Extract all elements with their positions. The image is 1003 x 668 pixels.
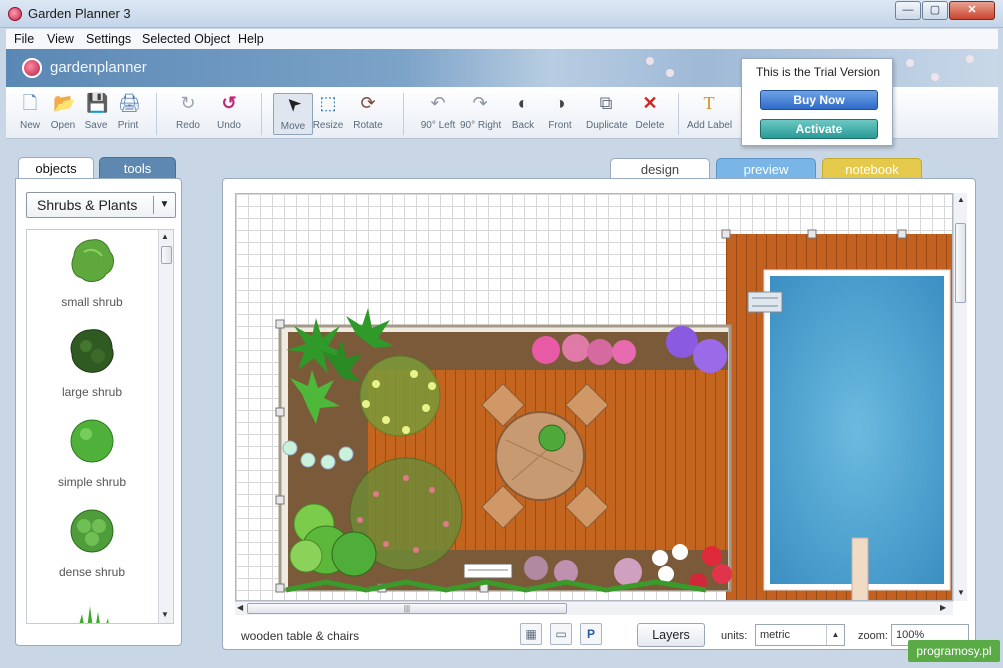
resize-icon: ⬚ — [319, 93, 337, 113]
duplicate-icon: ⧉ — [599, 93, 613, 113]
menu-selected-object[interactable]: Selected Object — [142, 32, 230, 46]
tab-preview[interactable]: preview — [716, 158, 816, 180]
rotate-left-icon: ↶ — [430, 93, 446, 113]
rotate-button[interactable]: ⟳ Rotate — [348, 93, 388, 135]
scroll-left-icon[interactable]: ◀ — [237, 603, 243, 612]
open-folder-icon: 📂 — [53, 93, 76, 113]
layers-button[interactable]: Layers — [637, 623, 705, 647]
activate-button[interactable]: Activate — [760, 119, 878, 139]
bring-front-icon: ◑ — [554, 93, 566, 113]
zoom-label: zoom: — [858, 630, 888, 642]
watermark: programosy.pl — [908, 640, 1000, 662]
garden-bench[interactable] — [463, 563, 513, 579]
resize-button[interactable]: ⬚ Resize — [308, 93, 348, 135]
redo-icon: ↻ — [180, 93, 196, 113]
grid-toggle-icon[interactable]: ▦ — [520, 623, 542, 645]
objects-panel: Shrubs & Plants ▼ small shrub large shru… — [15, 178, 182, 646]
text-label-icon: T — [703, 93, 715, 113]
minimize-button[interactable]: — — [895, 1, 921, 20]
list-item[interactable]: dense shrub — [27, 506, 157, 579]
menu-help[interactable]: Help — [238, 32, 264, 46]
simple-shrub-icon — [70, 419, 114, 463]
list-item[interactable]: small shrub — [27, 236, 157, 309]
rotate-right-button[interactable]: ↷ 90° Right — [460, 93, 501, 135]
save-icon: 💾 — [86, 93, 109, 113]
undo-button[interactable]: ↺ Undo — [209, 93, 249, 135]
scroll-up-icon[interactable]: ▲ — [161, 232, 169, 241]
move-button[interactable]: ➤ Move — [273, 91, 313, 135]
new-file-icon: 🗋 — [22, 93, 38, 113]
p-toggle-icon[interactable]: P — [580, 623, 602, 645]
canvas-horizontal-scrollbar[interactable]: ◀ ||| ▶ — [235, 601, 953, 615]
duplicate-button[interactable]: ⧉ Duplicate — [586, 93, 628, 135]
cursor-icon: ➤ — [280, 91, 306, 117]
maximize-button[interactable]: ▢ — [922, 1, 948, 20]
send-back-button[interactable]: ◐ Back — [503, 93, 543, 135]
app-icon — [8, 7, 22, 21]
canvas-vertical-scrollbar[interactable]: ▲ ▼ — [953, 193, 967, 601]
selected-object-label: wooden table & chairs — [241, 629, 360, 643]
tab-objects[interactable]: objects — [18, 157, 94, 179]
tree[interactable] — [359, 355, 441, 437]
buy-now-button[interactable]: Buy Now — [760, 90, 878, 110]
trial-version-popup: This is the Trial Version Buy Now Activa… — [741, 58, 893, 146]
rotate-icon: ⟳ — [360, 93, 376, 113]
trial-message: This is the Trial Version — [755, 65, 881, 79]
ruler-toggle-icon[interactable]: ▭ — [550, 623, 572, 645]
scroll-thumb[interactable] — [161, 246, 172, 264]
rotate-right-icon: ↷ — [472, 93, 488, 113]
dense-shrub-icon — [70, 509, 114, 553]
menu-view[interactable]: View — [47, 32, 74, 46]
print-button[interactable]: 🖨 Print — [108, 93, 148, 135]
list-item[interactable]: simple shrub — [27, 416, 157, 489]
add-label-button[interactable]: T Add Label — [687, 93, 732, 135]
delete-icon: ✕ — [642, 93, 658, 113]
menu-settings[interactable]: Settings — [86, 32, 131, 46]
rotate-left-button[interactable]: ↶ 90° Left — [418, 93, 458, 135]
brand-name: gardenplanner — [50, 59, 147, 76]
chevron-down-icon: ▼ — [153, 196, 175, 214]
close-button[interactable]: ✕ — [949, 1, 995, 20]
menu-bar: File View Settings Selected Object Help — [6, 29, 998, 49]
objects-scrollbar[interactable]: ▲ ▼ — [158, 230, 173, 623]
title-bar: Garden Planner 3 — ▢ ✕ — [0, 0, 1003, 28]
tab-tools[interactable]: tools — [99, 157, 176, 179]
tab-design[interactable]: design — [610, 158, 710, 180]
garden-plan — [275, 229, 952, 600]
chevron-down-icon: ▲ — [826, 625, 844, 645]
scroll-thumb[interactable]: ||| — [247, 603, 567, 614]
small-shrub-icon — [71, 239, 114, 282]
list-item[interactable]: large shrub — [27, 326, 157, 399]
scroll-right-icon[interactable]: ▶ — [940, 603, 946, 612]
grass-icon — [79, 606, 109, 623]
units-select[interactable]: metric ▲ — [755, 624, 845, 646]
design-panel: ▲ ▼ ◀ ||| ▶ wooden table & chairs ▦ ▭ P … — [222, 178, 976, 650]
delete-button[interactable]: ✕ Delete — [630, 93, 670, 135]
send-back-icon: ◐ — [517, 93, 529, 113]
scroll-up-icon[interactable]: ▲ — [957, 195, 965, 204]
list-item[interactable] — [27, 596, 157, 623]
scroll-down-icon[interactable]: ▼ — [161, 610, 169, 619]
units-label: units: — [721, 630, 748, 642]
brand-logo-icon — [22, 58, 42, 78]
tab-notebook[interactable]: notebook — [822, 158, 922, 180]
redo-button[interactable]: ↻ Redo — [168, 93, 208, 135]
scroll-thumb[interactable] — [955, 223, 966, 303]
object-list: small shrub large shrub simple shrub den… — [26, 229, 174, 624]
category-select[interactable]: Shrubs & Plants ▼ — [26, 192, 176, 218]
pool-ladder[interactable] — [747, 291, 783, 313]
undo-icon: ↺ — [221, 93, 237, 113]
scroll-down-icon[interactable]: ▼ — [957, 588, 965, 597]
category-value: Shrubs & Plants — [37, 197, 138, 213]
menu-file[interactable]: File — [14, 32, 34, 46]
window-title: Garden Planner 3 — [28, 6, 131, 21]
bring-front-button[interactable]: ◑ Front — [540, 93, 580, 135]
print-icon: 🖨 — [118, 93, 141, 113]
large-shrub-icon — [70, 329, 114, 373]
garden-canvas[interactable] — [235, 193, 953, 601]
